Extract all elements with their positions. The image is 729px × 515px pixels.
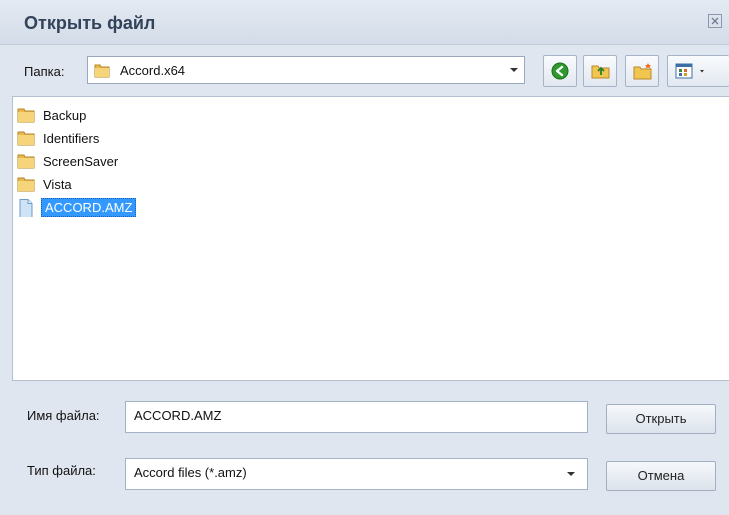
up-folder-button[interactable] — [583, 55, 617, 87]
chevron-down-icon[interactable] — [510, 68, 518, 72]
folder-icon — [17, 131, 35, 146]
file-icon — [19, 199, 33, 217]
folder-label: Папка: — [24, 64, 65, 79]
close-icon[interactable] — [708, 14, 722, 28]
folder-icon — [94, 64, 110, 78]
back-button[interactable] — [543, 55, 577, 87]
file-name: ACCORD.AMZ — [41, 198, 137, 217]
file-name: Identifiers — [43, 131, 100, 146]
chevron-down-icon[interactable] — [567, 472, 575, 476]
file-name: ScreenSaver — [43, 154, 119, 169]
folder-select[interactable]: Accord.x64 — [87, 56, 525, 84]
filetype-label: Тип файла: — [27, 463, 96, 478]
new-folder-icon — [633, 63, 652, 80]
up-folder-icon — [591, 65, 610, 79]
cancel-button[interactable]: Отмена — [606, 461, 716, 491]
form-area: Имя файла: ACCORD.AMZ Открыть Тип файла:… — [0, 382, 729, 515]
toolbar: Папка: Accord.x64 — [0, 45, 729, 95]
filename-label: Имя файла: — [27, 408, 100, 423]
file-name: Vista — [43, 177, 72, 192]
new-folder-button[interactable] — [625, 55, 659, 87]
folder-icon — [17, 154, 35, 169]
folder-icon — [17, 108, 35, 123]
filetype-value: Accord files (*.amz) — [134, 465, 247, 480]
view-menu-icon — [675, 63, 704, 79]
open-file-dialog: Открыть файл Папка: Accord.x64 Backup Id… — [0, 0, 729, 515]
file-list[interactable]: Backup Identifiers ScreenSaver Vista ACC… — [12, 96, 729, 381]
filename-field[interactable]: ACCORD.AMZ — [125, 401, 588, 433]
title-bar: Открыть файл — [0, 0, 729, 45]
filename-value: ACCORD.AMZ — [134, 408, 222, 423]
back-icon — [551, 62, 569, 80]
file-name: Backup — [43, 108, 87, 123]
filetype-select[interactable]: Accord files (*.amz) — [125, 458, 588, 490]
folder-icon — [17, 177, 35, 192]
open-button[interactable]: Открыть — [606, 404, 716, 434]
dialog-title: Открыть файл — [24, 13, 156, 33]
view-menu-button[interactable] — [667, 55, 729, 87]
folder-value: Accord.x64 — [120, 63, 186, 78]
